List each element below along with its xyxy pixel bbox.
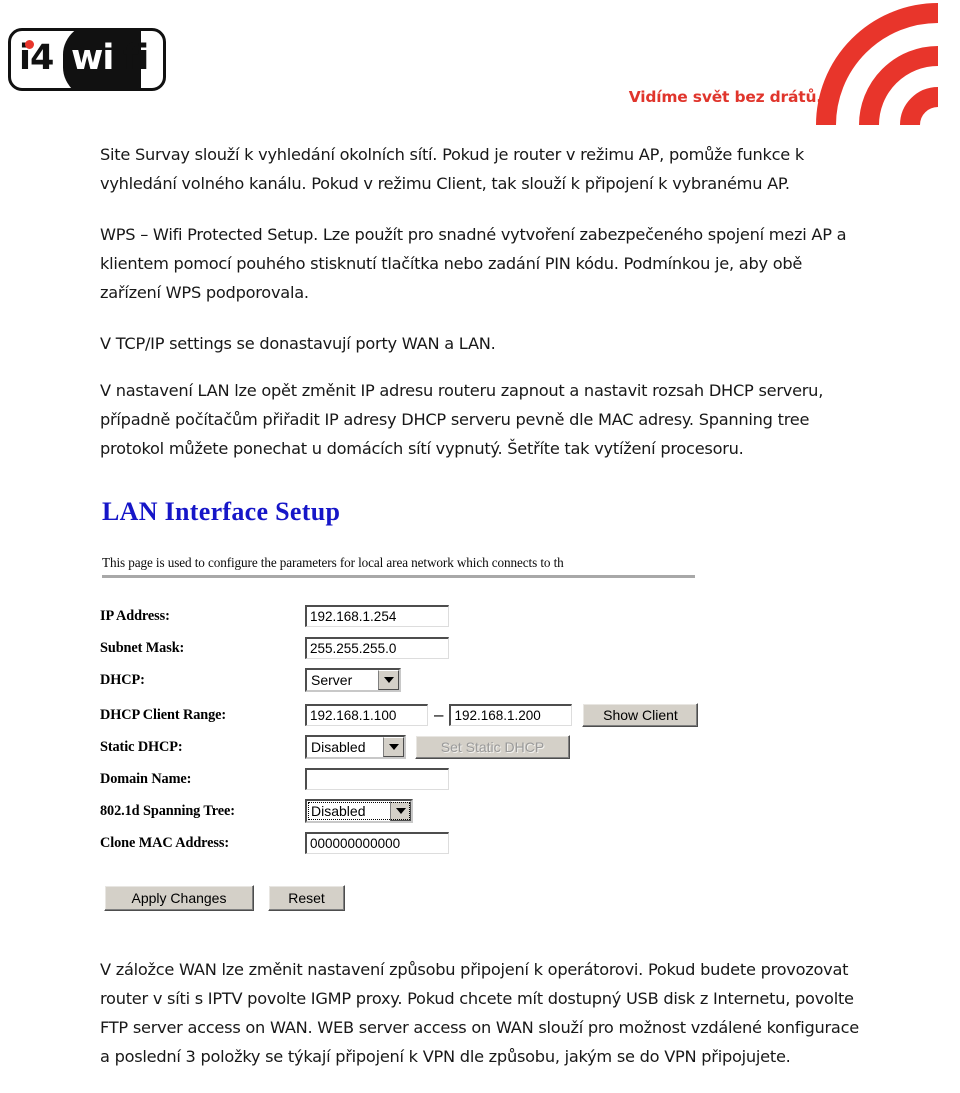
row-dhcp-client-range: DHCP Client Range: 192.168.1.100 – 192.1…: [100, 699, 740, 731]
apply-changes-button[interactable]: Apply Changes: [104, 885, 254, 911]
domain-name-input[interactable]: [305, 768, 449, 790]
row-spanning-tree: 802.1d Spanning Tree: Disabled: [100, 795, 740, 827]
clone-mac-address-input[interactable]: 000000000000: [305, 832, 449, 854]
ip-address-input[interactable]: 192.168.1.254: [305, 605, 449, 627]
dhcp-select-value: Server: [311, 672, 353, 688]
spanning-tree-select-value: Disabled: [311, 803, 366, 819]
intro-copy: Site Survay slouží k vyhledání okolních …: [100, 140, 860, 485]
label-dhcp-client-range: DHCP Client Range:: [100, 706, 227, 723]
label-ip-address: IP Address:: [100, 607, 170, 624]
set-static-dhcp-button[interactable]: Set Static DHCP: [415, 735, 570, 759]
horizontal-divider: [102, 575, 695, 578]
paragraph-wan: V záložce WAN lze změnit nastavení způso…: [100, 960, 859, 1066]
router-lan-interface-screenshot: LAN Interface Setup This page is used to…: [100, 497, 740, 911]
range-separator: –: [434, 705, 444, 724]
paragraph-tcpip: V TCP/IP settings se donastavují porty W…: [100, 334, 496, 353]
label-domain-name: Domain Name:: [100, 770, 192, 787]
wifi-signal-arcs-icon: [816, 3, 939, 125]
static-dhcp-select-value: Disabled: [311, 739, 366, 755]
page-header: i4 wi fi Vidíme svět bez drátů.: [0, 0, 960, 128]
footer-copy: V záložce WAN lze změnit nastavení způso…: [100, 955, 860, 1093]
paragraph-wps: WPS – Wifi Protected Setup. Lze použít p…: [100, 225, 847, 302]
row-domain-name: Domain Name:: [100, 763, 740, 795]
router-page-title: LAN Interface Setup: [102, 497, 341, 526]
dhcp-range-to-input[interactable]: 192.168.1.200: [449, 704, 573, 726]
subnet-mask-input[interactable]: 255.255.255.0: [305, 637, 449, 659]
router-page-description: This page is used to configure the param…: [102, 555, 564, 570]
logo-red-dot-icon: [25, 40, 34, 49]
label-subnet-mask: Subnet Mask:: [100, 639, 185, 656]
static-dhcp-select[interactable]: Disabled: [305, 735, 406, 759]
logo-text-fi: fi: [123, 38, 149, 78]
chevron-down-icon: [378, 670, 399, 690]
label-dhcp: DHCP:: [100, 671, 145, 688]
row-dhcp: DHCP: Server: [100, 664, 740, 696]
chevron-down-icon: [383, 737, 404, 757]
i4wifi-logo: i4 wi fi: [8, 28, 166, 91]
dhcp-select[interactable]: Server: [305, 668, 401, 692]
label-spanning-tree: 802.1d Spanning Tree:: [100, 802, 235, 819]
label-clone-mac-address: Clone MAC Address:: [100, 834, 229, 851]
row-ip-address: IP Address: 192.168.1.254: [100, 600, 740, 632]
router-action-buttons: Apply Changes Reset: [104, 885, 740, 911]
logo-text-wi: wi: [71, 38, 114, 78]
paragraph-lan-settings: V nastavení LAN lze opět změnit IP adres…: [100, 381, 824, 458]
chevron-down-icon: [390, 801, 411, 821]
spanning-tree-select[interactable]: Disabled: [305, 799, 413, 823]
dhcp-range-from-input[interactable]: 192.168.1.100: [305, 704, 428, 726]
paragraph-site-survey: Site Survay slouží k vyhledání okolních …: [100, 145, 804, 193]
row-clone-mac-address: Clone MAC Address: 000000000000: [100, 827, 740, 859]
show-client-button[interactable]: Show Client: [582, 703, 699, 727]
row-subnet-mask: Subnet Mask: 255.255.255.0: [100, 632, 740, 664]
label-static-dhcp: Static DHCP:: [100, 738, 183, 755]
row-static-dhcp: Static DHCP: Disabled Set Static DHCP: [100, 731, 740, 763]
reset-button[interactable]: Reset: [268, 885, 345, 911]
